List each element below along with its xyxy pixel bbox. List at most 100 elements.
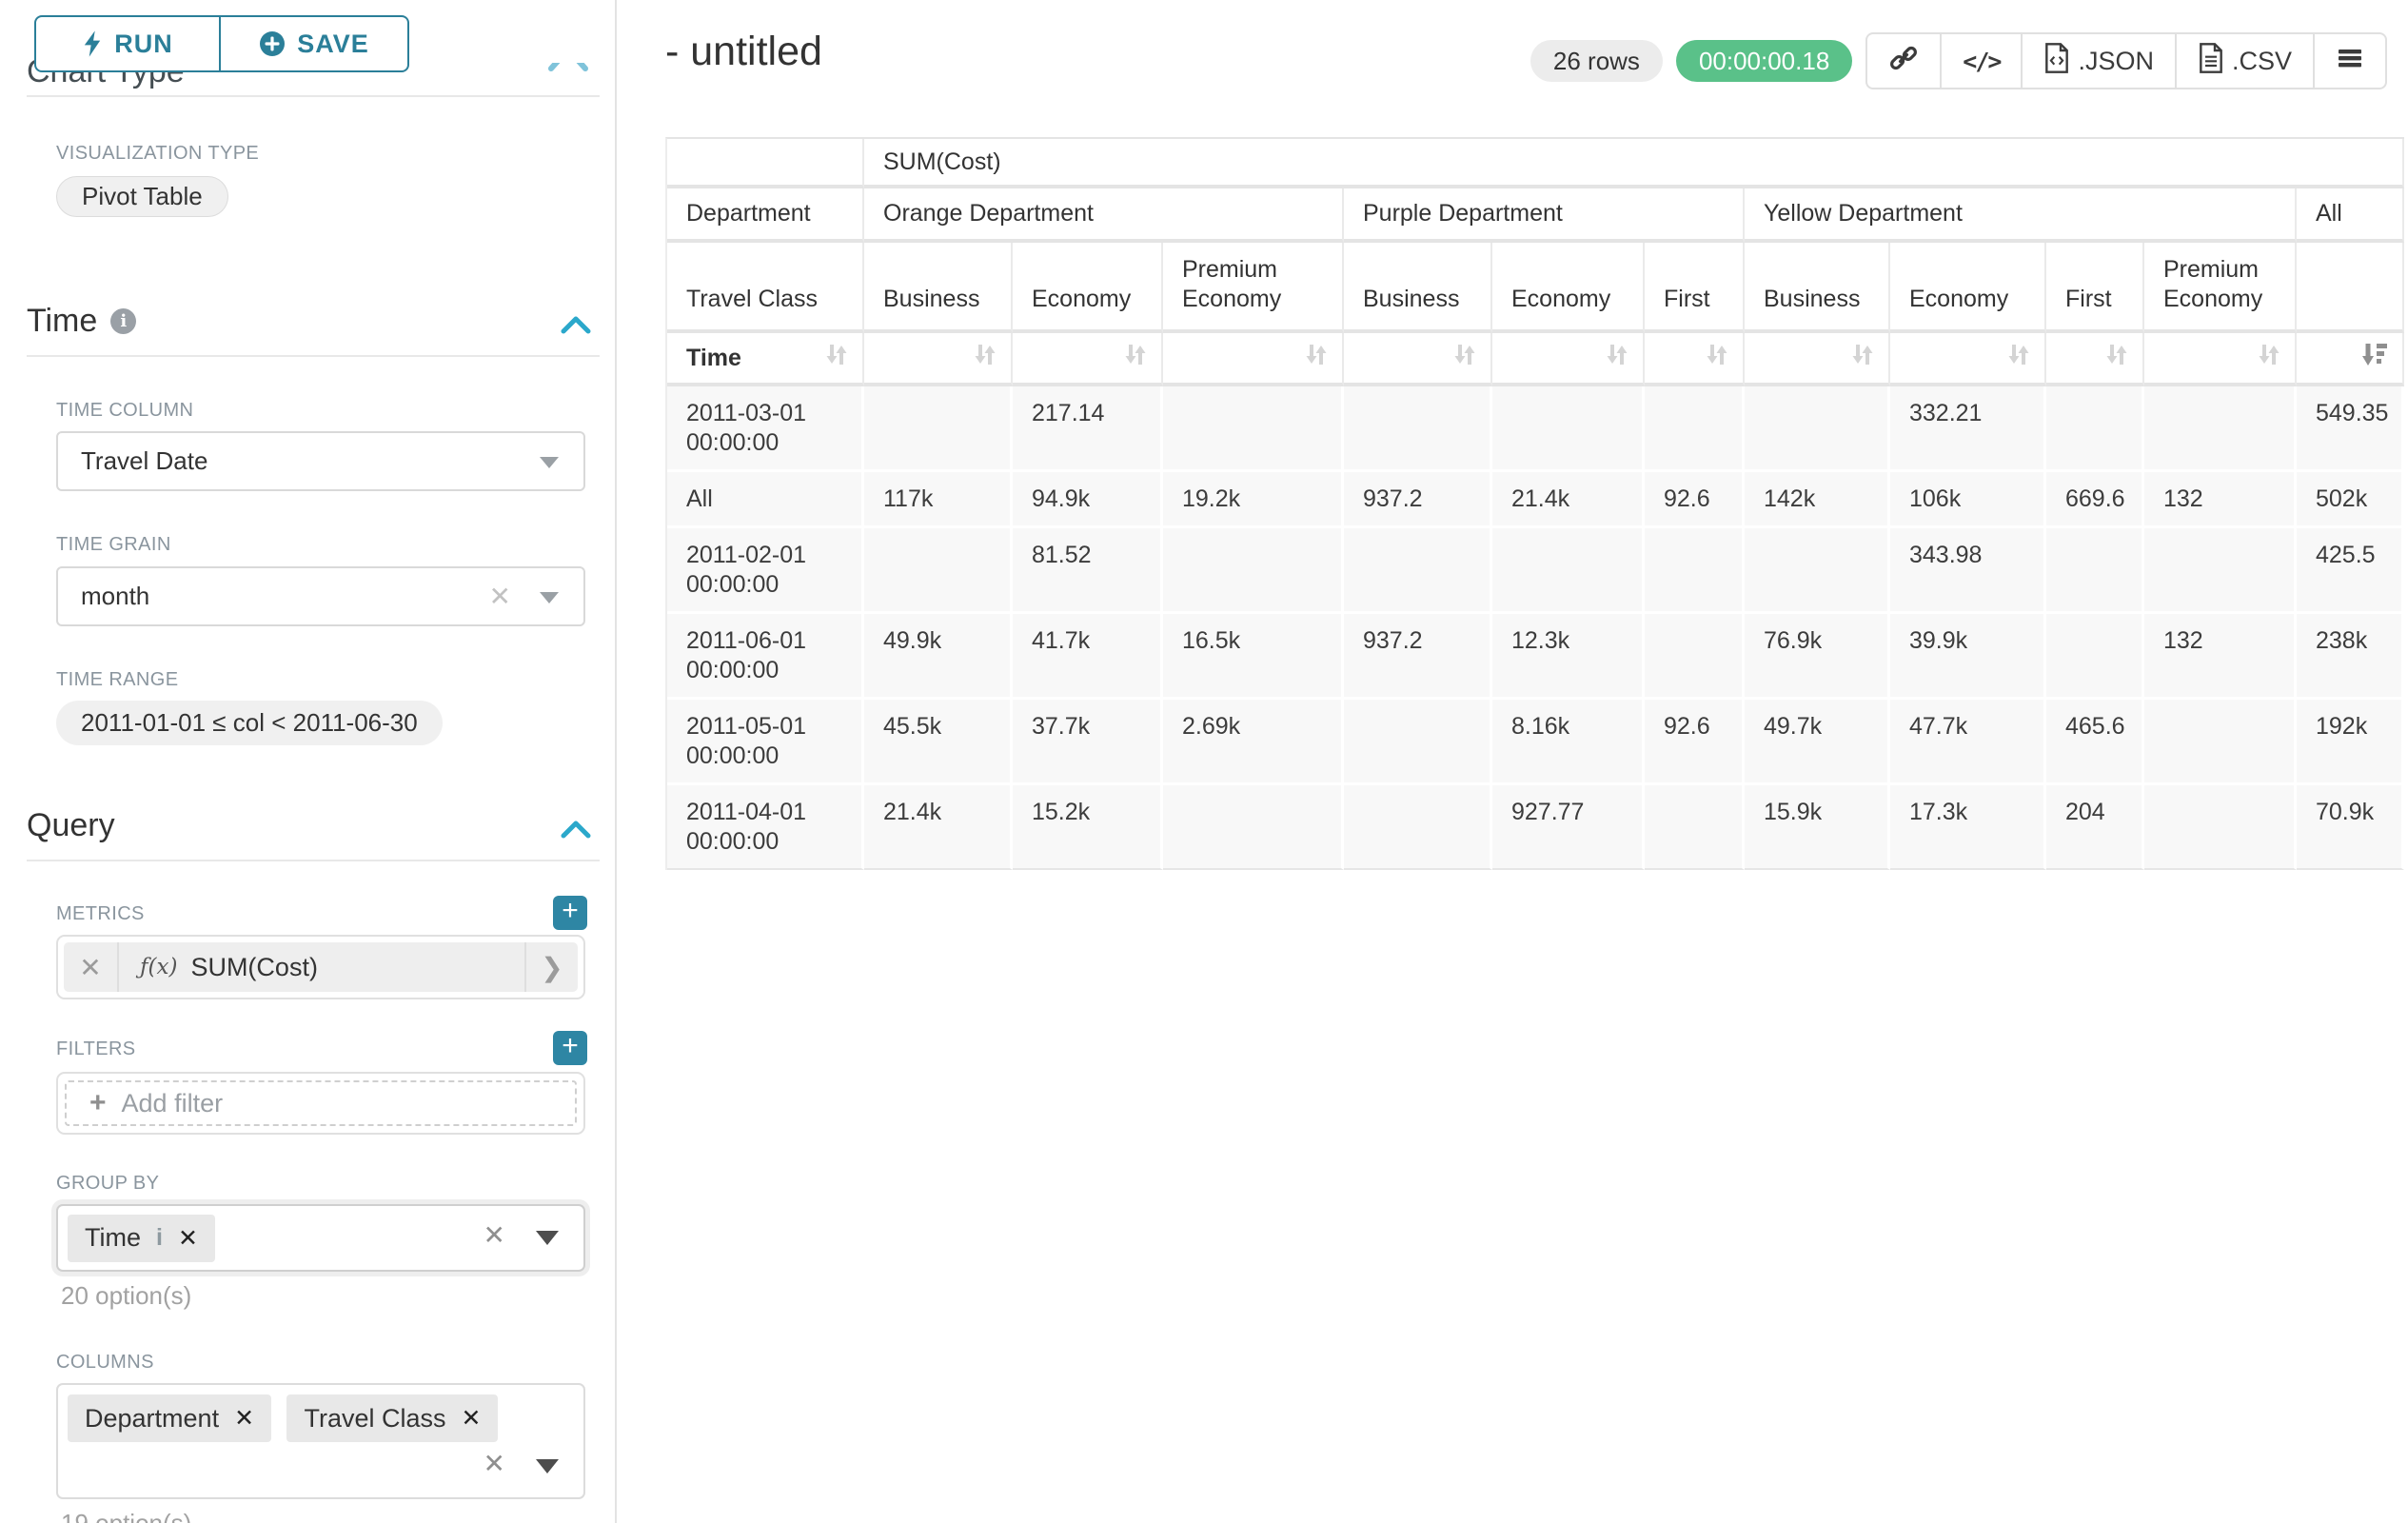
clear-icon[interactable]: ✕ (489, 580, 511, 611)
clear-icon[interactable]: ✕ (484, 1448, 505, 1479)
row-label-cell: All (667, 472, 864, 528)
column-group-header: All (2297, 188, 2404, 243)
tag-label: Travel Class (304, 1404, 445, 1434)
metric-cell: 465.6 (2046, 700, 2144, 785)
chart-title[interactable]: - untitled (665, 29, 822, 75)
sort-icon[interactable] (823, 342, 849, 375)
visualization-type-pill[interactable]: Pivot Table (56, 176, 228, 217)
menu-button[interactable] (2315, 34, 2385, 88)
metric-cell (1645, 785, 1745, 870)
query-section-title: Query (27, 807, 115, 844)
column-header: Economy (1492, 243, 1645, 333)
table-row: 2011-05-01 00:00:0045.5k37.7k2.69k8.16k9… (667, 700, 2404, 785)
share-link-button[interactable] (1867, 34, 1942, 88)
sort-icon[interactable] (1604, 342, 1629, 375)
sort-header-cell (1344, 333, 1492, 386)
run-button-label: RUN (114, 30, 173, 59)
tag-label: Department (85, 1404, 219, 1434)
metrics-control: ✕ ƒ(x) SUM(Cost) ❯ (56, 935, 585, 999)
info-icon[interactable]: i (156, 1224, 163, 1252)
add-filter-plus-button[interactable]: + (553, 1031, 587, 1065)
clear-icon[interactable]: ✕ (484, 1219, 505, 1251)
column-header: Premium Economy (1163, 243, 1344, 333)
metric-cell: 45.5k (864, 700, 1013, 785)
chevron-down-icon[interactable] (536, 1231, 559, 1245)
tag-label: Time (85, 1223, 141, 1253)
plus-icon: + (89, 1087, 107, 1119)
metric-cell: 15.9k (1745, 785, 1890, 870)
sort-header-cell (1890, 333, 2046, 386)
sort-icon[interactable] (2256, 342, 2281, 375)
embed-code-button[interactable]: </> (1942, 34, 2023, 88)
remove-tag-icon[interactable]: ✕ (462, 1404, 482, 1433)
time-range-pill[interactable]: 2011-01-01 ≤ col < 2011-06-30 (56, 701, 443, 745)
sort-icon[interactable] (1303, 342, 1329, 375)
metric-cell (2046, 528, 2144, 614)
sort-header-cell (1645, 333, 1745, 386)
metric-cell: 238k (2297, 614, 2404, 700)
sort-icon[interactable] (2103, 342, 2129, 375)
metric-cell: 41.7k (1013, 614, 1163, 700)
info-icon[interactable]: i (110, 308, 136, 334)
sort-icon[interactable] (1849, 342, 1875, 375)
sort-icon[interactable] (1704, 342, 1729, 375)
export-csv-button[interactable]: .CSV (2177, 34, 2315, 88)
columns-options-hint: 19 option(s) (61, 1509, 191, 1523)
metric-pill[interactable]: ✕ ƒ(x) SUM(Cost) ❯ (64, 942, 578, 992)
time-row-label: Time (686, 344, 741, 373)
sort-icon[interactable] (2005, 342, 2031, 375)
columns-tag-travel-class: Travel Class ✕ (286, 1394, 498, 1442)
chevron-down-icon[interactable] (540, 457, 559, 468)
columns-select[interactable]: Department ✕ Travel Class ✕ ✕ (56, 1383, 585, 1499)
remove-tag-icon[interactable]: ✕ (178, 1224, 198, 1253)
collapse-chevron-icon[interactable] (547, 63, 589, 72)
add-filter-button[interactable]: + Add filter (65, 1080, 577, 1126)
table-row: 2011-06-01 00:00:0049.9k41.7k16.5k937.21… (667, 614, 2404, 700)
metric-cell: 132 (2144, 614, 2297, 700)
remove-metric-icon[interactable]: ✕ (64, 942, 119, 992)
sort-icon[interactable] (1451, 342, 1477, 375)
time-section-heading: Time i (27, 303, 136, 340)
metric-cell: 937.2 (1344, 472, 1492, 528)
group-by-select[interactable]: Time i ✕ ✕ (56, 1204, 585, 1272)
column-header (2297, 243, 2404, 333)
add-metric-button[interactable]: + (553, 896, 587, 930)
metric-cell: 47.7k (1890, 700, 2046, 785)
sort-icon[interactable] (1122, 342, 1148, 375)
time-column-select[interactable]: Travel Date (56, 431, 585, 491)
corner-cell (667, 139, 864, 188)
time-grain-select[interactable]: month ✕ (56, 566, 585, 626)
metric-cell (2046, 386, 2144, 472)
remove-tag-icon[interactable]: ✕ (234, 1404, 254, 1433)
sort-icon[interactable] (972, 342, 997, 375)
save-button-label: SAVE (297, 30, 369, 59)
metric-cell: 8.16k (1492, 700, 1645, 785)
department-dim-cell: Department (667, 188, 864, 243)
metric-cell: 37.7k (1013, 700, 1163, 785)
metric-cell: 2.69k (1163, 700, 1344, 785)
chevron-right-icon[interactable]: ❯ (524, 942, 578, 992)
metric-cell: 81.52 (1013, 528, 1163, 614)
time-section-collapse-icon[interactable] (560, 314, 592, 335)
metric-cell: 927.77 (1492, 785, 1645, 870)
metric-cell (1745, 386, 1890, 472)
sort-header-cell (1013, 333, 1163, 386)
metric-cell: 49.7k (1745, 700, 1890, 785)
table-row: 2011-02-01 00:00:0081.52343.98425.5 (667, 528, 2404, 614)
save-button[interactable]: SAVE (221, 15, 409, 72)
metric-cell: 15.2k (1013, 785, 1163, 870)
sort-desc-icon[interactable] (2360, 342, 2389, 375)
chevron-down-icon[interactable] (540, 592, 559, 603)
export-json-button[interactable]: .JSON (2023, 34, 2177, 88)
metric-cell (1344, 386, 1492, 472)
sort-header-cell (2046, 333, 2144, 386)
filters-label: FILTERS (56, 1038, 136, 1060)
chevron-down-icon[interactable] (536, 1459, 559, 1474)
metric-cell (2144, 700, 2297, 785)
query-section-collapse-icon[interactable] (560, 819, 592, 840)
metric-cell: 92.6 (1645, 472, 1745, 528)
metric-name: SUM(Cost) (190, 953, 318, 982)
run-button[interactable]: RUN (34, 15, 221, 72)
table-row: All117k94.9k19.2k937.221.4k92.6142k106k6… (667, 472, 2404, 528)
group-by-options-hint: 20 option(s) (61, 1281, 191, 1311)
